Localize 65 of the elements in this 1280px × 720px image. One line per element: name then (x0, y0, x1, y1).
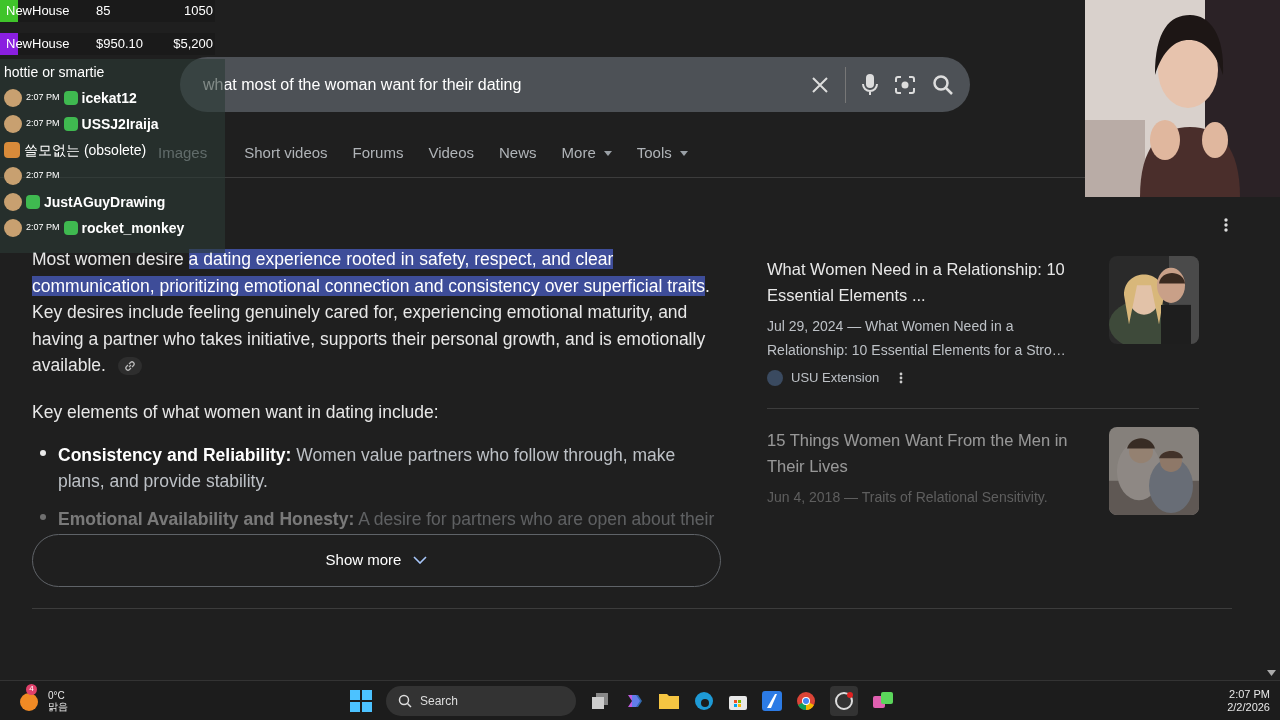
avatar-icon (4, 89, 22, 107)
chat-time: 2:07 PM (26, 221, 60, 235)
app-icon[interactable] (872, 690, 894, 711)
app-icon[interactable] (762, 690, 782, 711)
avatar-icon (4, 219, 22, 237)
search-icon[interactable] (932, 73, 954, 96)
avatar-icon (4, 193, 22, 211)
chat-username: JustAGuyDrawing (44, 192, 166, 212)
chat-time: 2:07 PM (26, 91, 60, 105)
chrome-icon[interactable] (796, 690, 816, 711)
search-tab[interactable]: Videos (428, 143, 475, 163)
result-title[interactable]: What Women Need in a Relationship: 10 Essential Elements ... (767, 256, 1093, 308)
search-tab[interactable]: More (561, 143, 612, 163)
search-tab[interactable]: News (499, 143, 537, 163)
badge-icon (63, 91, 78, 105)
notification-badge: 4 (26, 683, 37, 695)
bullet-text: Consistency and Reliability: Women value partners who follow through, make plans, and provide stability. (58, 443, 677, 493)
stat-value: 1050 (183, 2, 214, 21)
result-snippet: Jul 29, 2024 — What Women Need in a Relationship: 10 Essential Elements for a Stro… (767, 317, 1067, 360)
chat-message: hottie or smartie (4, 62, 105, 82)
chat-time: 2:07 PM (26, 169, 60, 183)
bullet-icon (40, 513, 46, 520)
search-tab[interactable]: Short videos (244, 143, 328, 163)
badge-icon (63, 117, 78, 131)
search-field[interactable]: what most of the woman want for their dating (180, 57, 970, 112)
result-title[interactable]: 15 Things Women Want From the Men in Their Lives (767, 426, 1093, 479)
link-icon[interactable] (117, 357, 142, 376)
chat-username: icekat12 (81, 88, 137, 108)
temperature: 0°C (48, 689, 66, 701)
start-icon[interactable] (350, 689, 372, 712)
chat-username: USSJ2Iraija (81, 114, 159, 134)
bullet-text: Emotional Availability and Honesty: A desire for partners who are open about their (58, 507, 715, 531)
weather-condition: 맑음 (48, 700, 68, 712)
result-source[interactable]: USU Extension (791, 368, 880, 388)
task-view-icon[interactable] (590, 690, 610, 711)
search-query: what most of the woman want for their dating (203, 74, 523, 95)
search-tab[interactable]: Forums (352, 143, 404, 163)
emote-icon (4, 142, 20, 158)
badge-icon (26, 195, 40, 209)
search-icon (398, 693, 412, 708)
chat-username: rocket_monkey (81, 218, 185, 238)
avatar-icon (4, 167, 22, 185)
stat-value: $950.10 (96, 35, 144, 54)
clear-icon[interactable] (811, 75, 829, 94)
avatar-icon (4, 115, 22, 133)
clock-date: 2/2/2026 (1227, 700, 1270, 714)
microphone-icon[interactable] (862, 73, 878, 96)
stat-value: $5,200 (172, 35, 214, 54)
badge-icon (63, 221, 78, 235)
search-tab[interactable]: Tools (636, 143, 688, 163)
more-options-icon[interactable] (899, 371, 904, 384)
favicon-icon (767, 369, 783, 386)
chat-message: 쓸모없는 (obsolete) (24, 140, 147, 160)
bullet-icon (40, 449, 46, 456)
more-options-icon[interactable] (1224, 218, 1228, 232)
camera-icon[interactable] (894, 74, 916, 95)
chat-time: 2:07 PM (26, 117, 60, 131)
taskbar-search-field[interactable]: Search (386, 685, 576, 716)
overview-intro: Key elements of what women want in dating include: (32, 400, 440, 424)
result-snippet: Jun 4, 2018 — Traits of Relational Sensitivity. (767, 487, 1049, 507)
chevron-down-icon (413, 556, 428, 565)
clock-time: 2:07 PM (1229, 687, 1270, 701)
scroll-down-icon[interactable] (1267, 670, 1276, 676)
stat-value: 85 (96, 2, 112, 21)
overview-paragraph: Most women desire a dating experience rooted in safety, respect, and clear communication, prioritizing emotional connection and consistency over superficial traits. Key desires include feeling genuinely cared for, experiencing emotional maturity, and having a partner who takes initiative, supports their personal growth, and is emotionally available. (32, 248, 711, 378)
